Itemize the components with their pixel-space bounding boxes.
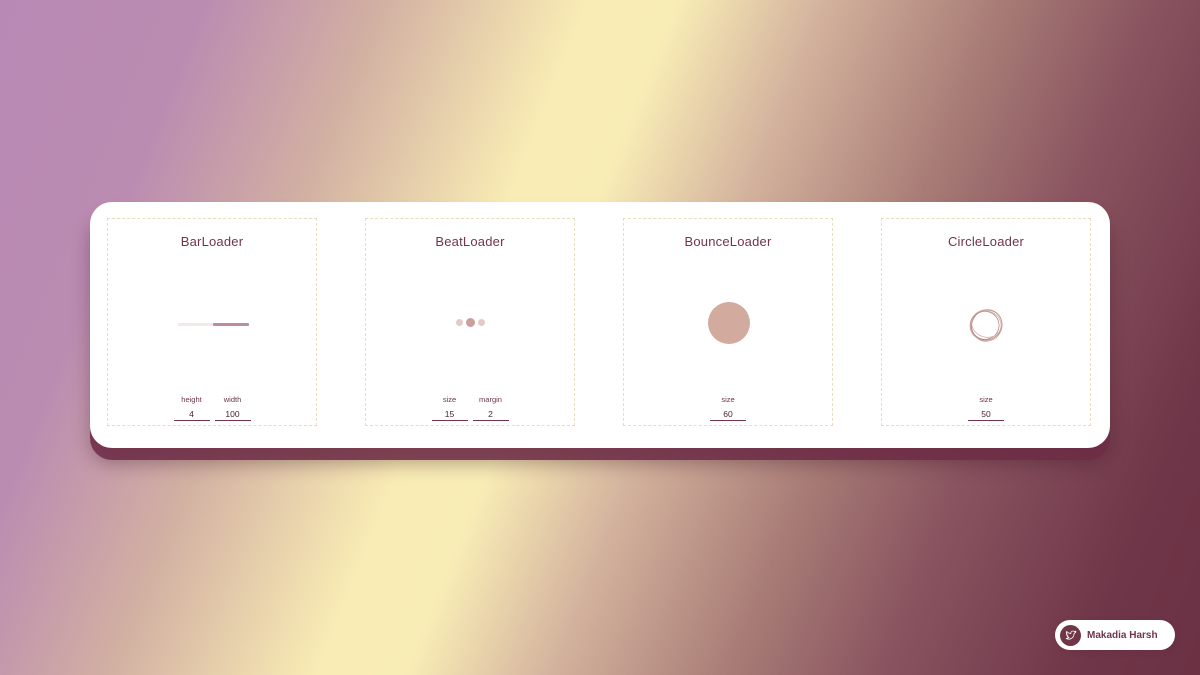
width-input[interactable] [214, 407, 251, 421]
card-title: CircleLoader [947, 234, 1025, 249]
bar-loader-preview [108, 279, 316, 369]
loader-controls: size [624, 395, 832, 421]
width-label: width [223, 395, 242, 404]
beat-loader-preview [366, 279, 574, 369]
twitter-bird-icon [1060, 624, 1081, 646]
loader-card-circle: CircleLoader size [881, 218, 1091, 426]
size-control: size [968, 395, 1004, 421]
loader-card-bar: BarLoader height width [107, 218, 317, 426]
size-control: size [710, 395, 746, 421]
loader-card-bounce: BounceLoader size [623, 218, 833, 426]
height-control: height [173, 395, 210, 421]
loader-controls: height width [108, 395, 316, 421]
size-control: size [431, 395, 468, 421]
size-label: size [442, 395, 457, 404]
size-label: size [979, 395, 993, 404]
card-title: BounceLoader [684, 234, 772, 249]
bar-loader-fill [213, 323, 249, 326]
author-credit-badge[interactable]: Makadia Harsh [1055, 620, 1175, 650]
height-input[interactable] [173, 407, 210, 421]
circle-loader-preview [882, 279, 1090, 369]
loader-controls: size [882, 395, 1090, 421]
margin-input[interactable] [472, 407, 509, 421]
bounce-loader-ball [708, 302, 750, 344]
height-label: height [181, 395, 202, 404]
bar-loader-track [178, 323, 249, 326]
beat-dot [465, 318, 475, 327]
bounce-loader-preview [624, 279, 832, 369]
card-title: BeatLoader [435, 234, 505, 249]
size-input[interactable] [431, 407, 468, 421]
margin-control: margin [472, 395, 509, 421]
width-control: width [214, 395, 251, 421]
beat-loader-dots [366, 318, 574, 327]
card-title: BarLoader [180, 234, 244, 249]
size-input[interactable] [968, 407, 1004, 421]
beat-dot [477, 319, 485, 326]
circle-loader-rings [969, 309, 1003, 342]
size-label: size [721, 395, 735, 404]
margin-label: margin [479, 395, 502, 404]
loader-controls: size margin [366, 395, 574, 421]
size-input[interactable] [710, 407, 746, 421]
author-name: Makadia Harsh [1087, 629, 1158, 641]
loader-card-beat: BeatLoader size margin [365, 218, 575, 426]
loaders-panel: BarLoader height width BeatLoader [90, 202, 1110, 448]
beat-dot [455, 319, 463, 326]
